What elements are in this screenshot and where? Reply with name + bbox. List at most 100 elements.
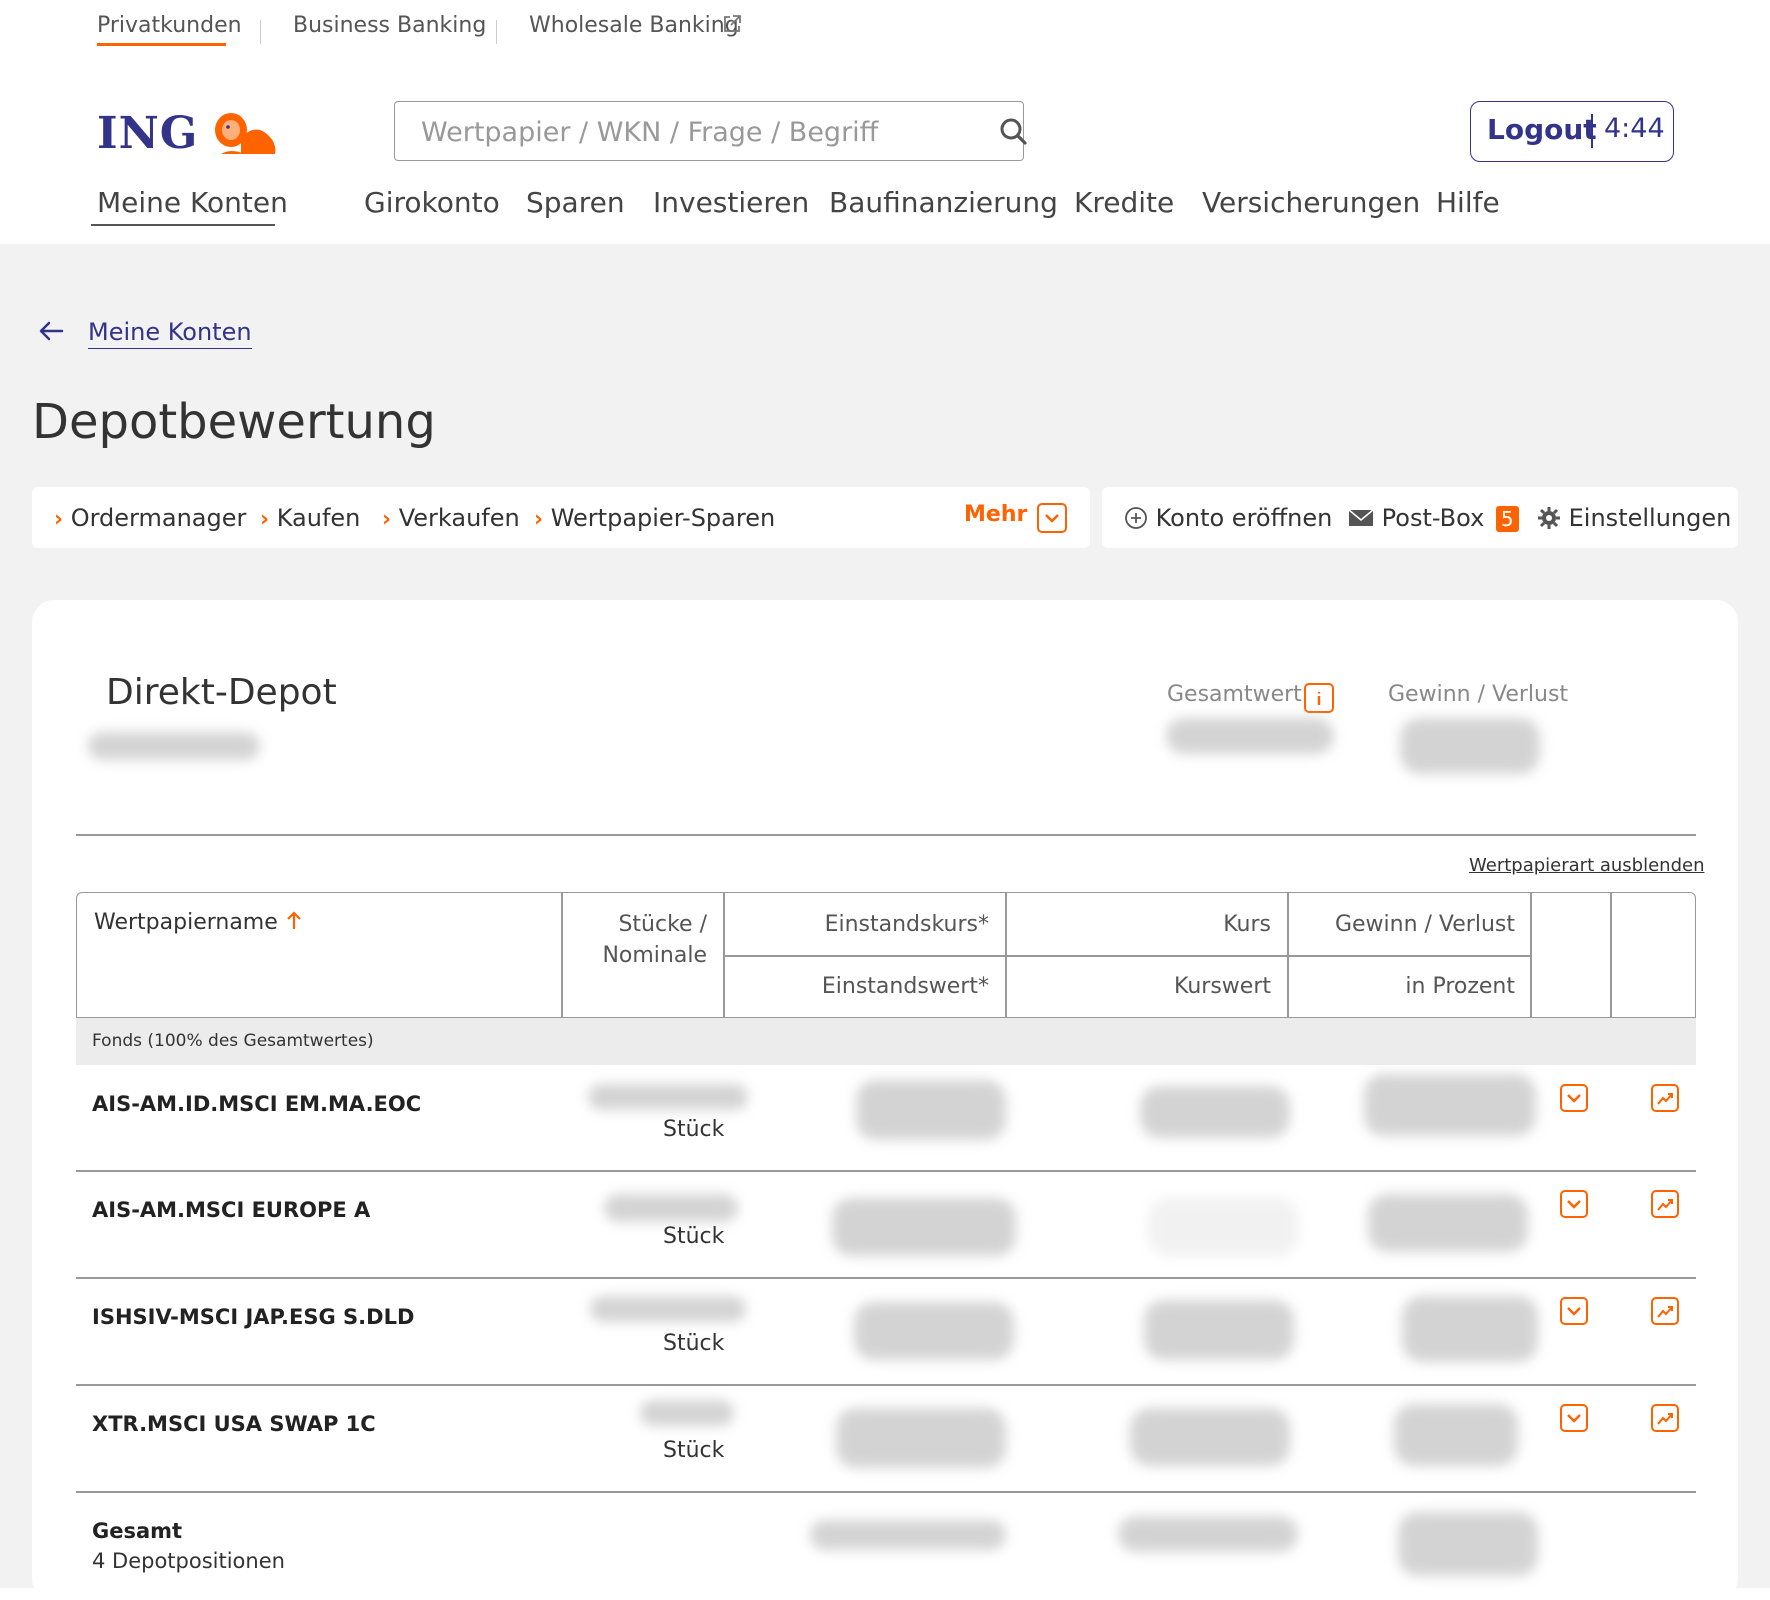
search-icon[interactable]	[999, 117, 1027, 145]
einstellungen-label: Einstellungen	[1568, 504, 1732, 532]
nav-meine-konten[interactable]: Meine Konten	[97, 186, 288, 219]
nav-investieren[interactable]: Investieren	[653, 186, 809, 219]
action-wertpapier-sparen[interactable]: › Wertpapier-Sparen	[534, 504, 775, 532]
kurs-redacted	[1148, 1198, 1298, 1256]
row-divider	[76, 1384, 1696, 1386]
stuecke-redacted	[588, 1084, 748, 1110]
gewinn-verlust-label: Gewinn / Verlust	[1388, 682, 1569, 707]
th-gewinn-verlust: Gewinn / Verlust	[1334, 912, 1515, 937]
stuecke-redacted	[590, 1296, 746, 1322]
external-link-icon	[724, 15, 741, 32]
page-title: Depotbewertung	[32, 394, 436, 450]
segment-active-indicator	[97, 43, 226, 46]
nav-hilfe[interactable]: Hilfe	[1436, 186, 1500, 219]
security-name[interactable]: AIS-AM.ID.MSCI EM.MA.EOC	[92, 1092, 421, 1116]
session-timer: 4:44	[1604, 113, 1665, 144]
action-bar: › Ordermanager › Kaufen › Verkaufen › We…	[32, 487, 1090, 548]
chevron-down-icon[interactable]	[1560, 1084, 1588, 1112]
chart-trend-icon[interactable]	[1651, 1297, 1679, 1325]
chart-trend-icon[interactable]	[1651, 1190, 1679, 1218]
back-link[interactable]: Meine Konten	[88, 318, 252, 349]
group-label: Fonds (100% des Gesamtwertes)	[92, 1031, 374, 1051]
plus-circle-icon	[1125, 507, 1147, 529]
segment-divider	[260, 20, 261, 44]
action-verkaufen[interactable]: › Verkaufen	[382, 504, 520, 532]
action-label: Kaufen	[276, 504, 361, 532]
info-icon[interactable]	[1304, 683, 1334, 713]
action-label: Wertpapier-Sparen	[550, 504, 776, 532]
chevron-down-icon[interactable]	[1560, 1190, 1588, 1218]
chart-trend-icon[interactable]	[1651, 1084, 1679, 1112]
einstellungen-button[interactable]: Einstellungen	[1537, 504, 1731, 532]
logout-label: Logout	[1487, 113, 1597, 146]
unit-label: Stück	[663, 1331, 725, 1356]
depot-divider	[76, 834, 1696, 836]
security-name[interactable]: ISHSIV-MSCI JAP.ESG S.DLD	[92, 1305, 414, 1329]
row-divider	[76, 1170, 1696, 1172]
nav-baufinanzierung[interactable]: Baufinanzierung	[829, 186, 1058, 219]
row-divider	[76, 1491, 1696, 1493]
th-einstandskurs: Einstandskurs*	[824, 912, 989, 937]
envelope-icon	[1348, 509, 1374, 526]
search-input[interactable]	[419, 112, 963, 152]
nav-sparen[interactable]: Sparen	[526, 186, 625, 219]
chevron-down-icon[interactable]	[1037, 503, 1067, 533]
action-kaufen[interactable]: › Kaufen	[260, 504, 360, 532]
th-in-prozent: in Prozent	[1405, 974, 1515, 999]
stuecke-redacted	[604, 1194, 738, 1222]
th-stuecke: Stücke / Nominale	[562, 912, 707, 968]
postbox-button[interactable]: Post-Box 5	[1348, 504, 1519, 532]
kurs-redacted	[1130, 1408, 1290, 1466]
nav-versicherungen[interactable]: Versicherungen	[1202, 186, 1420, 219]
chevron-right-icon: ›	[534, 507, 544, 532]
lion-icon	[215, 113, 276, 154]
nav-active-underline	[91, 224, 275, 226]
logout-button[interactable]: Logout 4:44	[1470, 101, 1674, 162]
postbox-count-badge: 5	[1495, 506, 1519, 532]
security-name[interactable]: AIS-AM.MSCI EUROPE A	[92, 1198, 370, 1222]
einstand-redacted	[856, 1080, 1006, 1140]
chevron-right-icon: ›	[382, 507, 392, 532]
segment-business-banking[interactable]: Business Banking	[293, 13, 486, 38]
sort-arrow-up-icon	[287, 911, 301, 929]
security-name[interactable]: XTR.MSCI USA SWAP 1C	[92, 1412, 376, 1436]
row-divider	[76, 1277, 1696, 1279]
total-label: Gesamt	[92, 1519, 183, 1543]
chart-trend-icon[interactable]	[1651, 1404, 1679, 1432]
gewinn-redacted	[1394, 1404, 1518, 1466]
total-kurswert-redacted	[1118, 1516, 1298, 1552]
action-label: Verkaufen	[398, 504, 520, 532]
nav-girokonto[interactable]: Girokonto	[364, 186, 500, 219]
th-stuecke-line1: Stücke /	[618, 912, 707, 937]
back-arrow-icon[interactable]	[38, 320, 64, 342]
search-box	[394, 101, 1027, 161]
nav-kredite[interactable]: Kredite	[1074, 186, 1174, 219]
gesamtwert-redacted	[1166, 718, 1334, 754]
gesamtwert-label: Gesamtwert	[1167, 682, 1302, 707]
gear-icon	[1538, 507, 1560, 529]
total-positions: 4 Depotpositionen	[92, 1549, 285, 1573]
unit-label: Stück	[663, 1438, 725, 1463]
mehr-label: Mehr	[964, 502, 1028, 527]
action-ordermanager[interactable]: › Ordermanager	[54, 504, 246, 532]
kurs-redacted	[1140, 1086, 1290, 1138]
chevron-down-icon[interactable]	[1560, 1297, 1588, 1325]
total-einstand-redacted	[810, 1520, 1006, 1550]
action-label: Ordermanager	[70, 504, 247, 532]
gewinn-redacted	[1368, 1194, 1528, 1252]
kurs-redacted	[1144, 1300, 1294, 1360]
konto-eroeffnen-button[interactable]: Konto eröffnen	[1124, 504, 1332, 532]
segment-divider	[496, 20, 497, 44]
segment-wholesale-banking[interactable]: Wholesale Banking	[529, 13, 739, 38]
unit-label: Stück	[663, 1117, 725, 1142]
konto-eroeffnen-label: Konto eröffnen	[1155, 504, 1333, 532]
chevron-down-icon[interactable]	[1560, 1404, 1588, 1432]
th-wertpapiername-label: Wertpapiername	[94, 910, 278, 935]
th-wertpapiername[interactable]: Wertpapiername	[94, 910, 303, 935]
segment-privatkunden[interactable]: Privatkunden	[97, 13, 242, 38]
header-row-divider	[723, 955, 1530, 957]
wertpapierart-toggle-link[interactable]: Wertpapierart ausblenden	[1469, 855, 1704, 876]
unit-label: Stück	[663, 1224, 725, 1249]
depot-name: Direkt-Depot	[106, 672, 337, 713]
mehr-button[interactable]: Mehr	[964, 502, 1027, 527]
